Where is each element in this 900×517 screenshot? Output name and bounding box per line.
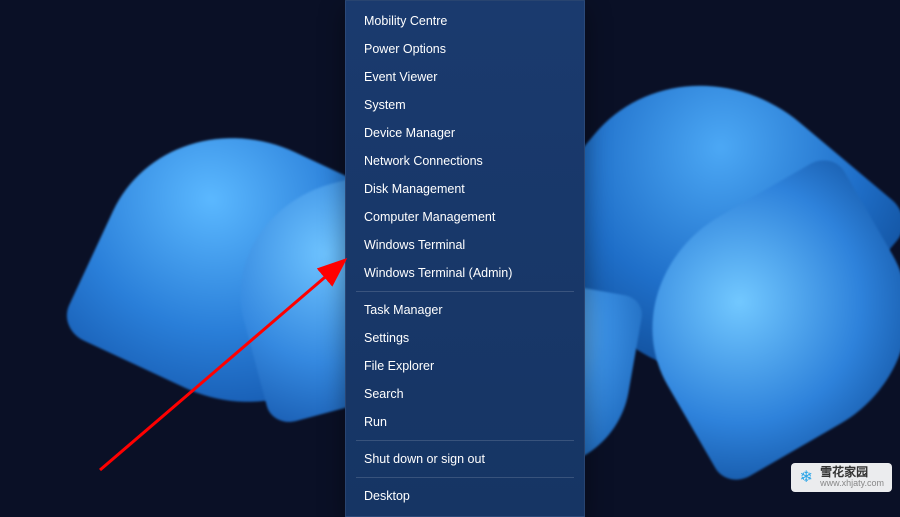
winx-power-user-menu: Mobility Centre Power Options Event View… (345, 0, 585, 517)
watermark-badge: ❄ 雪花家园 www.xhjaty.com (791, 463, 892, 492)
menu-item-desktop[interactable]: Desktop (346, 482, 584, 510)
menu-item-computer-management[interactable]: Computer Management (346, 203, 584, 231)
watermark-text: 雪花家园 www.xhjaty.com (820, 466, 884, 489)
menu-item-mobility-centre[interactable]: Mobility Centre (346, 7, 584, 35)
menu-item-device-manager[interactable]: Device Manager (346, 119, 584, 147)
menu-item-task-manager[interactable]: Task Manager (346, 296, 584, 324)
menu-item-system[interactable]: System (346, 91, 584, 119)
watermark-url: www.xhjaty.com (820, 479, 884, 489)
menu-item-shut-down[interactable]: Shut down or sign out (346, 445, 584, 473)
menu-item-settings[interactable]: Settings (346, 324, 584, 352)
menu-separator (356, 477, 574, 478)
menu-separator (356, 440, 574, 441)
menu-item-event-viewer[interactable]: Event Viewer (346, 63, 584, 91)
menu-separator (356, 291, 574, 292)
menu-item-power-options[interactable]: Power Options (346, 35, 584, 63)
menu-item-disk-management[interactable]: Disk Management (346, 175, 584, 203)
snowflake-icon: ❄ (797, 468, 815, 486)
menu-item-file-explorer[interactable]: File Explorer (346, 352, 584, 380)
menu-item-run[interactable]: Run (346, 408, 584, 436)
menu-item-windows-terminal-admin[interactable]: Windows Terminal (Admin) (346, 259, 584, 287)
menu-item-windows-terminal[interactable]: Windows Terminal (346, 231, 584, 259)
menu-item-search[interactable]: Search (346, 380, 584, 408)
menu-item-network-connections[interactable]: Network Connections (346, 147, 584, 175)
